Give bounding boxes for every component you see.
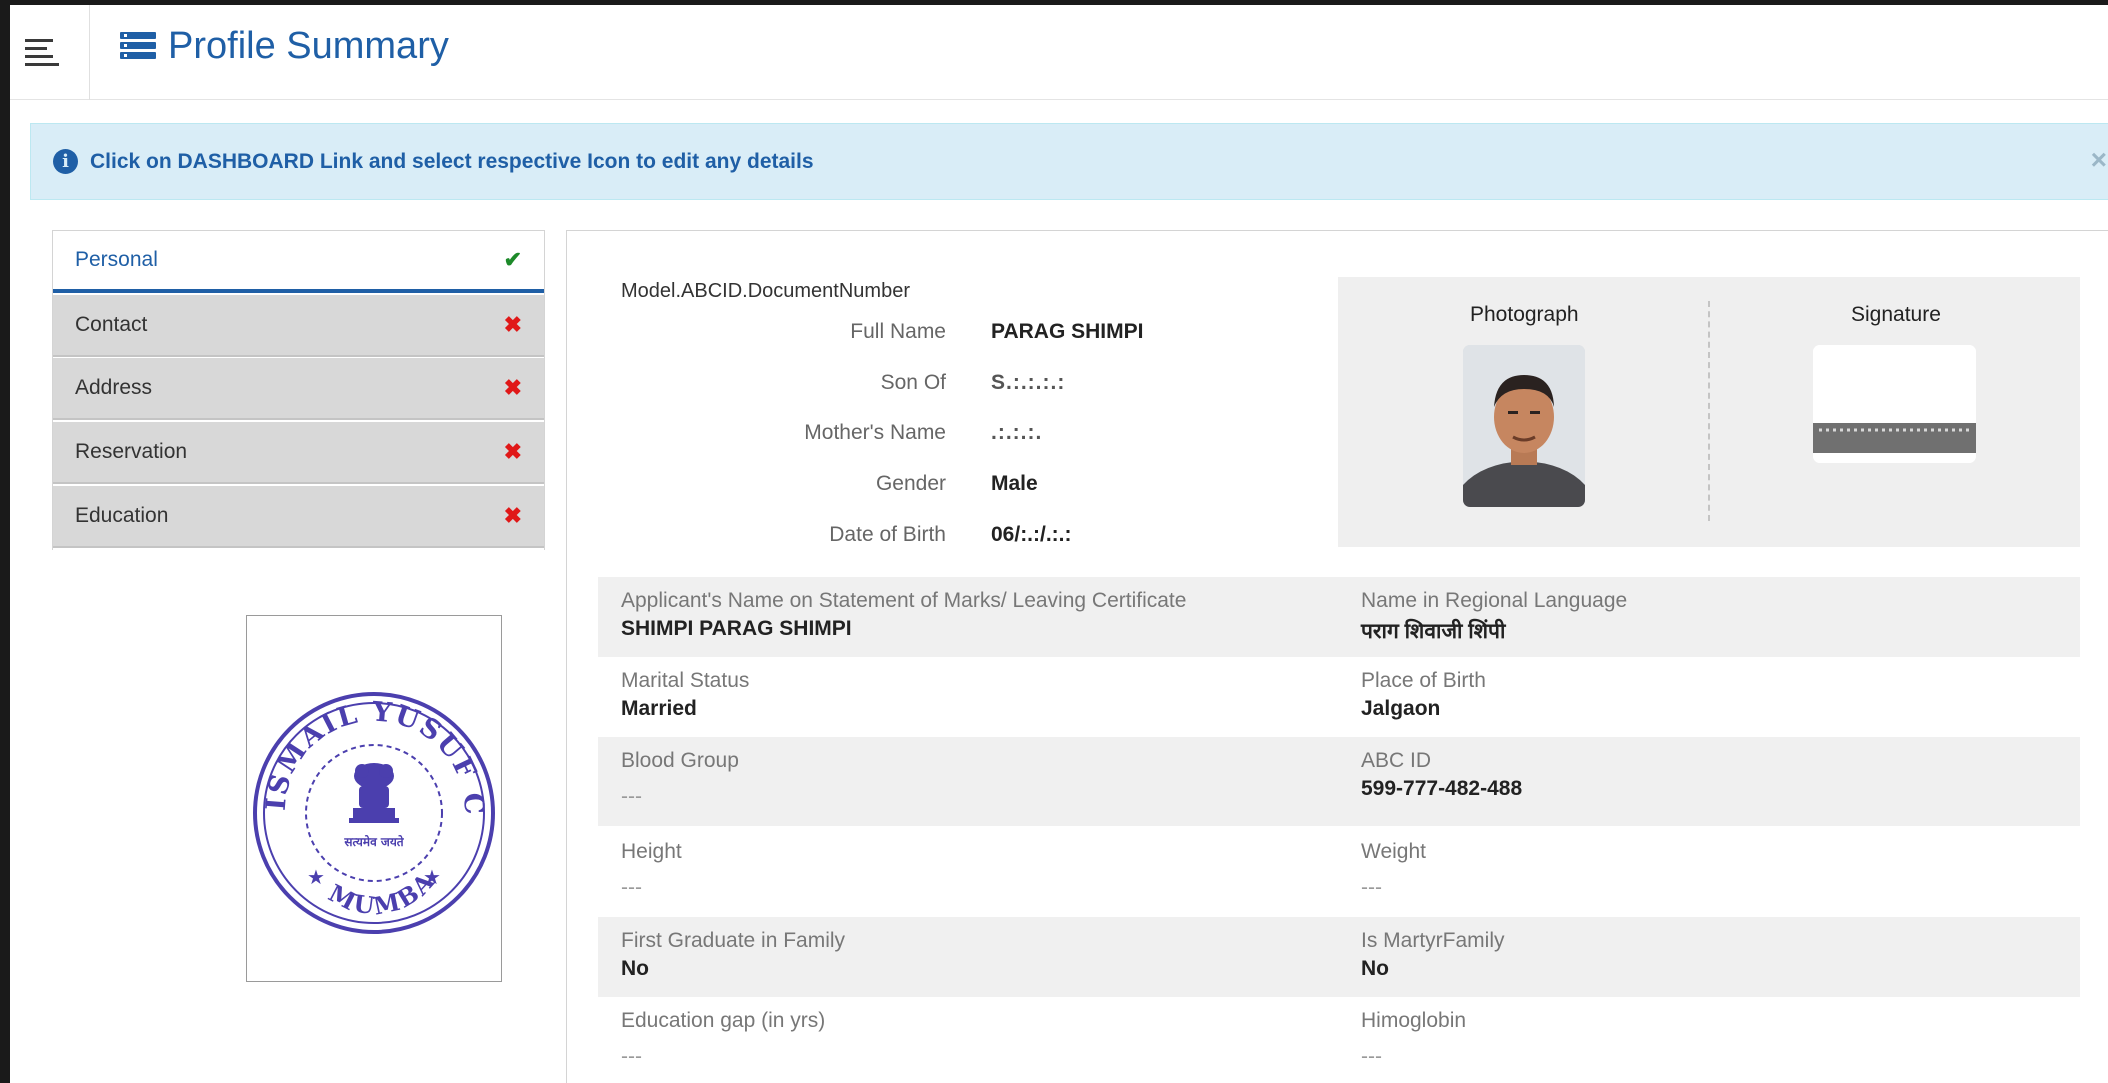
applicant-name-field: Applicant's Name on Statement of Marks/ … bbox=[621, 589, 1186, 641]
cross-icon: ✖ bbox=[503, 312, 522, 337]
field-label: Weight bbox=[1361, 840, 1426, 863]
field-label: Height bbox=[621, 840, 682, 863]
mothers-name-value: .:.:.:. bbox=[991, 421, 1043, 444]
info-icon: i bbox=[53, 149, 78, 174]
field-value: --- bbox=[621, 876, 642, 899]
document-number-label: Model.ABCID.DocumentNumber bbox=[621, 280, 910, 302]
profile-tabs: Personal ✔ Contact ✖ Address ✖ Reservati… bbox=[52, 230, 545, 550]
signature-image bbox=[1813, 345, 1976, 463]
field-value: Married bbox=[621, 697, 697, 720]
tab-education[interactable]: Education ✖ bbox=[53, 486, 544, 548]
blood-group-field: Blood Group --- bbox=[621, 749, 739, 809]
gender-value: Male bbox=[991, 472, 1038, 495]
first-graduate-field: First Graduate in Family No bbox=[621, 929, 845, 981]
alert-message: Click on DASHBOARD Link and select respe… bbox=[90, 149, 814, 173]
signature-heading: Signature bbox=[1851, 303, 1941, 326]
marital-status-field: Marital Status Married bbox=[621, 669, 749, 721]
field-label: First Graduate in Family bbox=[621, 929, 846, 952]
martyr-family-field: Is MartyrFamily No bbox=[1361, 929, 1505, 981]
field-value: --- bbox=[1361, 1045, 1382, 1068]
field-value: 599-777-482-488 bbox=[1361, 777, 1523, 800]
college-seal-icon: ISMAIL YUSUF COLLEGE MUMBAI ★ ★ सत्यमेव … bbox=[234, 592, 495, 934]
detail-row: Height --- Weight --- bbox=[598, 826, 2080, 917]
mothers-name-label: Mother's Name bbox=[804, 421, 946, 444]
field-value: No bbox=[621, 957, 649, 980]
field-label: Is MartyrFamily bbox=[1361, 929, 1505, 952]
dashed-divider bbox=[1708, 301, 1710, 521]
signature-strip-icon bbox=[1813, 345, 1976, 463]
page-title: Profile Summary bbox=[120, 25, 449, 68]
field-label: Himoglobin bbox=[1361, 1009, 1467, 1032]
field-value: SHIMPI PARAG SHIMPI bbox=[621, 617, 852, 640]
cross-icon: ✖ bbox=[503, 375, 522, 400]
tab-address[interactable]: Address ✖ bbox=[53, 358, 544, 420]
tab-label: Personal bbox=[75, 248, 158, 271]
info-alert: i Click on DASHBOARD Link and select res… bbox=[30, 123, 2108, 200]
panel-divider bbox=[566, 230, 567, 1083]
full-name-value: PARAG SHIMPI bbox=[991, 320, 1144, 343]
person-photo-icon bbox=[1463, 345, 1585, 507]
page-title-text: Profile Summary bbox=[168, 25, 449, 67]
tab-contact[interactable]: Contact ✖ bbox=[53, 295, 544, 357]
tab-label: Address bbox=[75, 376, 153, 399]
tab-label: Education bbox=[75, 504, 169, 527]
gender-label: Gender bbox=[875, 472, 946, 495]
tab-reservation[interactable]: Reservation ✖ bbox=[53, 422, 544, 484]
field-value: No bbox=[1361, 957, 1389, 980]
himoglobin-field: Himoglobin --- bbox=[1361, 1009, 1466, 1069]
photograph-heading: Photograph bbox=[1470, 303, 1579, 326]
place-of-birth-field: Place of Birth Jalgaon bbox=[1361, 669, 1486, 721]
svg-text:★: ★ bbox=[423, 867, 441, 889]
son-of-label: Son Of bbox=[880, 371, 946, 394]
list-icon bbox=[120, 31, 156, 62]
alert-close-button[interactable]: × bbox=[2091, 144, 2107, 176]
applicant-photo bbox=[1463, 345, 1585, 507]
height-field: Height --- bbox=[621, 840, 682, 900]
check-icon: ✔ bbox=[503, 247, 522, 272]
hamburger-menu-icon[interactable] bbox=[10, 5, 90, 100]
detail-row: Marital Status Married Place of Birth Ja… bbox=[598, 657, 2080, 737]
education-gap-field: Education gap (in yrs) --- bbox=[621, 1009, 825, 1069]
college-seal-image: ISMAIL YUSUF COLLEGE MUMBAI ★ ★ सत्यमेव … bbox=[234, 592, 502, 982]
field-label: Place of Birth bbox=[1361, 669, 1486, 692]
field-value: पराग शिवाजी शिंपी bbox=[1361, 620, 1506, 643]
panel-top-border bbox=[566, 230, 2108, 231]
field-label: Marital Status bbox=[621, 669, 750, 692]
photo-signature-panel: Photograph Signature bbox=[1338, 277, 2080, 547]
field-label: Blood Group bbox=[621, 749, 739, 772]
son-of-value: S.:.:.:.: bbox=[991, 371, 1066, 394]
detail-row: Blood Group --- ABC ID 599-777-482-488 bbox=[598, 737, 2080, 826]
tab-personal[interactable]: Personal ✔ bbox=[53, 231, 544, 293]
detail-row: First Graduate in Family No Is MartyrFam… bbox=[598, 917, 2080, 997]
field-value: --- bbox=[1361, 876, 1382, 899]
field-value: --- bbox=[621, 785, 642, 808]
weight-field: Weight --- bbox=[1361, 840, 1426, 900]
dob-value: 06/:.:/.:.: bbox=[991, 523, 1072, 546]
tab-label: Reservation bbox=[75, 440, 188, 463]
seal-motto: सत्यमेव जयते bbox=[343, 835, 404, 849]
field-label: Name in Regional Language bbox=[1361, 589, 1628, 612]
svg-text:★: ★ bbox=[307, 867, 325, 889]
field-label: ABC ID bbox=[1361, 749, 1432, 772]
field-value: --- bbox=[621, 1045, 642, 1068]
detail-row: Applicant's Name on Statement of Marks/ … bbox=[598, 577, 2080, 657]
cross-icon: ✖ bbox=[503, 439, 522, 464]
full-name-label: Full Name bbox=[850, 320, 946, 343]
field-value: Jalgaon bbox=[1361, 697, 1441, 720]
field-label: Education gap (in yrs) bbox=[621, 1009, 826, 1032]
cross-icon: ✖ bbox=[503, 503, 522, 528]
field-label: Applicant's Name on Statement of Marks/ … bbox=[621, 589, 1187, 612]
tab-label: Contact bbox=[75, 313, 148, 336]
abc-id-field: ABC ID 599-777-482-488 bbox=[1361, 749, 1522, 801]
regional-name-field: Name in Regional Language पराग शिवाजी शि… bbox=[1361, 589, 1627, 645]
dob-label: Date of Birth bbox=[829, 523, 946, 546]
detail-row: Education gap (in yrs) --- Himoglobin --… bbox=[598, 997, 2080, 1083]
page-header: Profile Summary bbox=[10, 5, 2108, 100]
